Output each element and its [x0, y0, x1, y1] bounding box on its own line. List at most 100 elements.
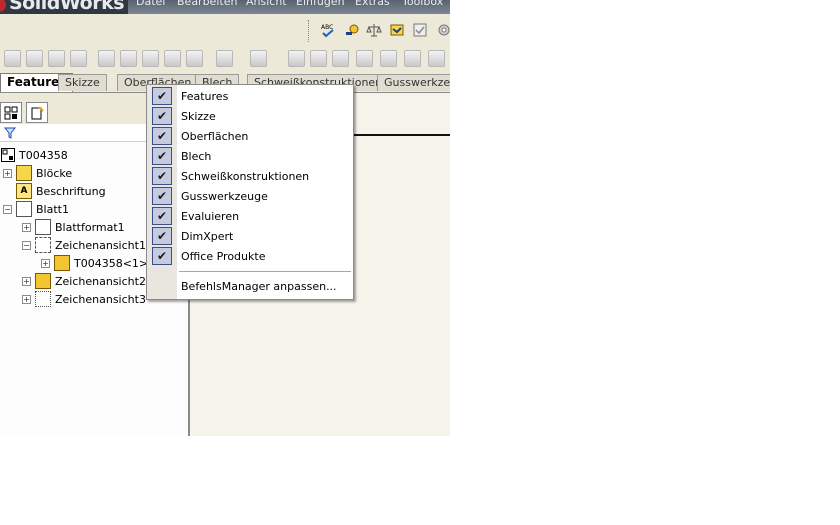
solidworks-window: SolidWorks Datei Bearbeiten Ansicht Einf… — [0, 0, 450, 436]
shell-icon[interactable] — [164, 50, 181, 67]
extrude-icon[interactable] — [4, 50, 21, 67]
checkmark-icon: ✔ — [152, 87, 172, 105]
menu-datei[interactable]: Datei — [136, 0, 165, 8]
folder-icon — [16, 165, 32, 181]
revolve-icon[interactable] — [26, 50, 43, 67]
menu-item-label: Oberflächen — [181, 129, 249, 143]
menu-toolbox[interactable]: Toolbox — [402, 0, 443, 8]
cavity-icon[interactable] — [428, 50, 445, 67]
draft-icon[interactable] — [186, 50, 203, 67]
tree-item-zeichenansicht1[interactable]: − Zeichenansicht1 — [22, 237, 146, 253]
checkmark-icon: ✔ — [152, 227, 172, 245]
wrap-icon[interactable] — [332, 50, 349, 67]
pattern-icon[interactable] — [250, 50, 267, 67]
menu-item-office-produkte[interactable]: ✔ Office Produkte — [147, 246, 353, 266]
menu-item-dimxpert[interactable]: ✔ DimXpert — [147, 226, 353, 246]
tree-item-zeichenansicht2[interactable]: + Zeichenansicht2 — [22, 273, 146, 289]
tree-item-label: Zeichenansicht1 — [55, 238, 146, 252]
expand-icon[interactable]: + — [22, 276, 31, 286]
menu-item-label: Evaluieren — [181, 209, 240, 223]
menu-item-gusswerkzeuge[interactable]: ✔ Gusswerkzeuge — [147, 186, 353, 206]
filter-icon[interactable] — [4, 127, 16, 139]
menu-item-blech[interactable]: ✔ Blech — [147, 146, 353, 166]
tree-item-t004358-1[interactable]: + T004358<1> — [41, 255, 148, 271]
tree-item-beschriftung[interactable]: A Beschriftung — [16, 183, 106, 199]
menu-einfuegen[interactable]: Einfügen — [296, 0, 345, 8]
tree-item-blattformat1[interactable]: + Blattformat1 — [22, 219, 125, 235]
checkmark-icon: ✔ — [152, 147, 172, 165]
part-icon — [54, 255, 70, 271]
menu-item-skizze[interactable]: ✔ Skizze — [147, 106, 353, 126]
expand-icon[interactable]: + — [22, 222, 31, 232]
property-manager-tab-icon[interactable] — [26, 102, 48, 123]
checkmark-icon: ✔ — [152, 167, 172, 185]
menu-ansicht[interactable]: Ansicht — [246, 0, 287, 8]
menu-item-label: Schweißkonstruktionen — [181, 169, 310, 183]
checkmark-icon: ✔ — [152, 107, 172, 125]
view-icon — [35, 273, 51, 289]
loft-icon[interactable] — [70, 50, 87, 67]
chamfer-icon[interactable] — [120, 50, 137, 67]
tab-skizze[interactable]: Skizze — [58, 74, 107, 91]
menu-item-customize[interactable]: BefehlsManager anpassen... — [147, 276, 353, 296]
cylinder-icon[interactable] — [356, 50, 373, 67]
tree-root[interactable]: T004358 — [1, 147, 68, 163]
sweep-icon[interactable] — [48, 50, 65, 67]
menu-item-features[interactable]: ✔ Features — [147, 86, 353, 106]
tree-item-label: Zeichenansicht3 — [55, 292, 146, 306]
collapse-icon[interactable]: − — [22, 240, 31, 250]
expand-icon[interactable]: + — [22, 294, 31, 304]
checkmark-icon: ✔ — [152, 187, 172, 205]
feature-tree-tab-icon[interactable] — [0, 102, 22, 123]
tree-item-label: Beschriftung — [36, 184, 106, 198]
menu-item-label: Office Produkte — [181, 249, 266, 263]
expand-icon[interactable]: + — [41, 258, 50, 268]
menu-item-evaluieren[interactable]: ✔ Evaluieren — [147, 206, 353, 226]
mirror-icon[interactable] — [288, 50, 305, 67]
freeform-icon[interactable] — [404, 50, 421, 67]
ds-logo-icon — [0, 0, 6, 12]
fillet-icon[interactable] — [98, 50, 115, 67]
sheet-format-icon — [35, 219, 51, 235]
logo-text: SolidWorks — [9, 0, 125, 14]
table-icon[interactable] — [389, 22, 405, 38]
expand-icon[interactable]: + — [3, 168, 12, 178]
annotation-icon: A — [16, 183, 32, 199]
tree-item-bloecke[interactable]: + Blöcke — [3, 165, 72, 181]
tree-root-label: T004358 — [19, 148, 68, 162]
tab-gusswerkzeuge[interactable]: Gusswerkzeuge — [377, 74, 450, 91]
drawing-icon — [1, 148, 15, 162]
tree-item-label: Blöcke — [36, 166, 73, 180]
menu-item-label: DimXpert — [181, 229, 234, 243]
dome-icon[interactable] — [310, 50, 327, 67]
checkbox-icon[interactable] — [412, 22, 428, 38]
tree-item-label: T004358<1> — [74, 256, 149, 270]
gear-icon[interactable] — [436, 22, 450, 38]
view-icon — [35, 291, 51, 307]
menu-item-label: Blech — [181, 149, 212, 163]
menu-item-schweisskonstruktionen[interactable]: ✔ Schweißkonstruktionen — [147, 166, 353, 186]
menu-extras[interactable]: Extras — [355, 0, 390, 8]
checkmark-icon: ✔ — [152, 247, 172, 265]
menu-bearbeiten[interactable]: Bearbeiten — [177, 0, 237, 8]
tree-item-label: Blatt1 — [36, 202, 69, 216]
menu-separator — [179, 271, 351, 272]
tree-item-label: Zeichenansicht2 — [55, 274, 146, 288]
tree-item-label: Blattformat1 — [55, 220, 125, 234]
tree-item-blatt1[interactable]: − Blatt1 — [3, 201, 69, 217]
drawing-view-icon — [35, 237, 51, 253]
sphere-icon[interactable] — [380, 50, 397, 67]
spellcheck-icon[interactable]: ABC — [320, 22, 336, 38]
menu-item-label: Skizze — [181, 109, 216, 123]
standard-toolbar — [0, 14, 450, 47]
rib-icon[interactable] — [142, 50, 159, 67]
hole-icon[interactable] — [216, 50, 233, 67]
checkmark-icon: ✔ — [152, 207, 172, 225]
tree-item-zeichenansicht3[interactable]: + Zeichenansicht3 — [22, 291, 146, 307]
find-icon[interactable] — [344, 22, 360, 38]
collapse-icon[interactable]: − — [3, 204, 12, 214]
balance-icon[interactable] — [366, 22, 382, 38]
toolbar-grip[interactable] — [308, 20, 312, 42]
command-manager-context-menu: ✔ Features ✔ Skizze ✔ Oberflächen ✔ Blec… — [146, 84, 354, 300]
menu-item-oberflaechen[interactable]: ✔ Oberflächen — [147, 126, 353, 146]
